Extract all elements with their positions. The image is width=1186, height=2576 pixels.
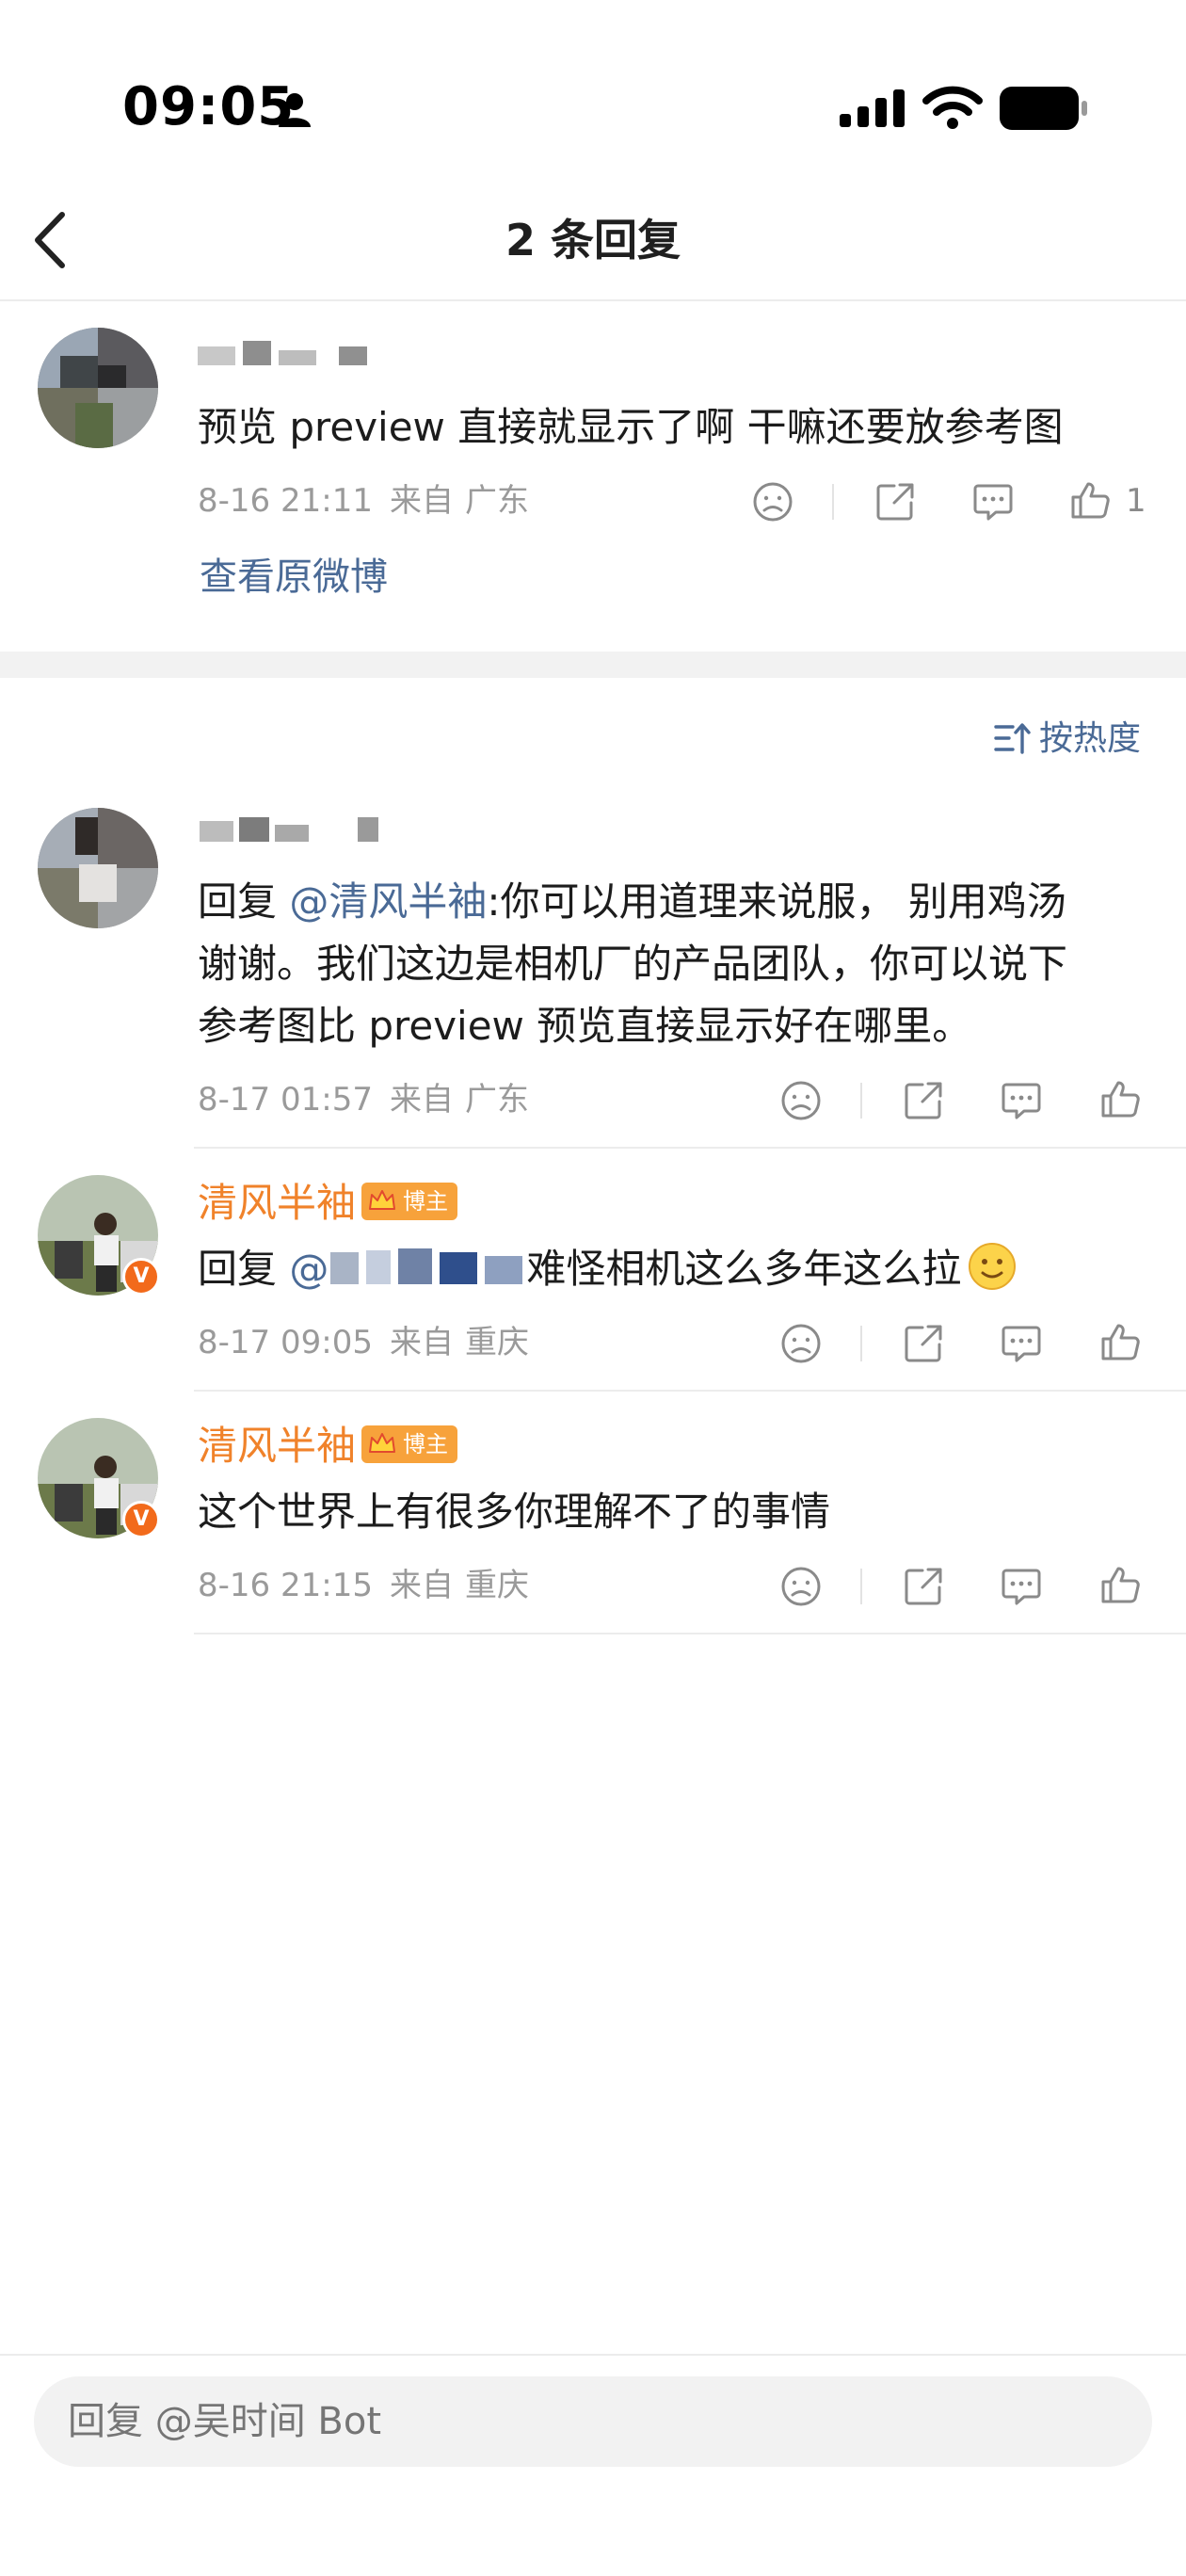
mention-link[interactable]: @清风半袖: [289, 878, 487, 925]
reply-body: 难怪相机这么多年这么拉: [526, 1246, 962, 1292]
bottom-divider: [0, 2354, 1186, 2356]
reply-text: :你可以用道理来说服， 别用鸡汤: [487, 878, 1066, 925]
battery-icon: [1000, 87, 1087, 130]
page-title: 2 条回复: [505, 215, 681, 266]
from-label: 来自: [389, 1081, 454, 1119]
comment-meta: 8-16 21:11 来自 广东: [198, 480, 529, 522]
dislike-face-icon[interactable]: [779, 1322, 823, 1365]
dislike-face-icon[interactable]: [751, 480, 794, 523]
sort-by-hotness-button[interactable]: 按热度: [994, 717, 1141, 761]
reply-location: 重庆: [464, 1324, 529, 1361]
avatar[interactable]: [38, 808, 158, 928]
username[interactable]: 清风半袖: [198, 1420, 356, 1473]
from-label: 来自: [389, 1324, 454, 1361]
thumbs-up-icon[interactable]: [1069, 478, 1113, 522]
reply-date: 8-16 21:15: [198, 1567, 373, 1604]
comment-location: 广东: [464, 482, 529, 520]
dislike-face-icon[interactable]: [779, 1565, 823, 1608]
crown-icon: [369, 1190, 395, 1210]
blurred-username: [200, 817, 378, 842]
mention-link[interactable]: @: [289, 1246, 329, 1292]
smile-emoji-icon: [969, 1243, 1017, 1290]
action-divider: [860, 1083, 862, 1119]
blogger-badge: 博主: [361, 1183, 457, 1220]
share-icon[interactable]: [902, 1079, 945, 1122]
thumbs-up-icon[interactable]: [1099, 1563, 1143, 1606]
comment-date: 8-16 21:11: [198, 482, 373, 520]
reply-meta: 8-17 01:57 来自 广东: [198, 1079, 529, 1120]
share-icon[interactable]: [902, 1322, 945, 1365]
like-count: 1: [1126, 482, 1146, 520]
row-divider: [194, 1633, 1186, 1634]
comment-text: 预览 preview 直接就显示了啊 干嘛还要放参考图: [198, 404, 1064, 450]
blogger-badge-label: 博主: [403, 1188, 448, 1215]
blurred-username: [198, 341, 367, 365]
from-label: 来自: [389, 482, 454, 520]
dislike-face-icon[interactable]: [779, 1079, 823, 1122]
verified-badge-icon: V: [122, 1258, 160, 1296]
back-arrow-icon[interactable]: [28, 209, 75, 271]
from-label: 来自: [389, 1567, 454, 1604]
reply-text-line-3: 参考图比 preview 预览直接显示好在哪里。: [198, 1003, 972, 1049]
wifi-icon: [922, 86, 983, 129]
blogger-badge: 博主: [361, 1425, 457, 1463]
sort-label: 按热度: [1039, 719, 1142, 758]
row-divider: [194, 1390, 1186, 1392]
username[interactable]: 清风半袖: [198, 1177, 356, 1230]
comment-icon[interactable]: [971, 480, 1015, 523]
thumbs-up-icon[interactable]: [1099, 1077, 1143, 1120]
verified-badge-icon: V: [122, 1501, 160, 1538]
avatar[interactable]: [38, 328, 158, 448]
reply-location: 广东: [464, 1081, 529, 1119]
row-divider: [194, 1147, 1186, 1149]
header-divider: [0, 299, 1186, 301]
reply-text: 回复 @ 难怪相机这么多年这么拉: [198, 1239, 1018, 1299]
reply-date: 8-17 01:57: [198, 1081, 373, 1119]
blurred-mention: [330, 1248, 523, 1284]
reply-date: 8-17 09:05: [198, 1324, 373, 1361]
cellular-signal-icon: [840, 89, 905, 127]
reply-text-line-2: 谢谢。我们这边是相机厂的产品团队，你可以说下: [198, 941, 1068, 987]
section-separator: [0, 652, 1186, 678]
status-time: 09:05: [122, 76, 296, 137]
reply-prefix: 回复: [198, 1246, 278, 1292]
action-divider: [860, 1326, 862, 1361]
reply-meta: 8-17 09:05 来自 重庆: [198, 1322, 529, 1363]
reply-location: 重庆: [464, 1567, 529, 1604]
reply-text: 这个世界上有很多你理解不了的事情: [198, 1489, 831, 1535]
reply-meta: 8-16 21:15 来自 重庆: [198, 1565, 529, 1606]
comment-icon[interactable]: [1000, 1565, 1043, 1608]
comment-icon[interactable]: [1000, 1322, 1043, 1365]
blogger-badge-label: 博主: [403, 1431, 448, 1457]
thumbs-up-icon[interactable]: [1099, 1320, 1143, 1363]
share-icon[interactable]: [902, 1565, 945, 1608]
reply-text-line-1: 回复 @清风半袖:你可以用道理来说服， 别用鸡汤: [198, 872, 1066, 932]
sort-icon: [994, 723, 1031, 754]
share-icon[interactable]: [873, 480, 917, 523]
person-icon: [279, 93, 311, 127]
view-original-post-link[interactable]: 查看原微博: [200, 554, 388, 601]
action-divider: [860, 1569, 862, 1604]
crown-icon: [369, 1433, 395, 1453]
reply-input[interactable]: [34, 2376, 1152, 2467]
reply-prefix: 回复: [198, 878, 278, 925]
action-divider: [832, 484, 834, 520]
comment-icon[interactable]: [1000, 1079, 1043, 1122]
